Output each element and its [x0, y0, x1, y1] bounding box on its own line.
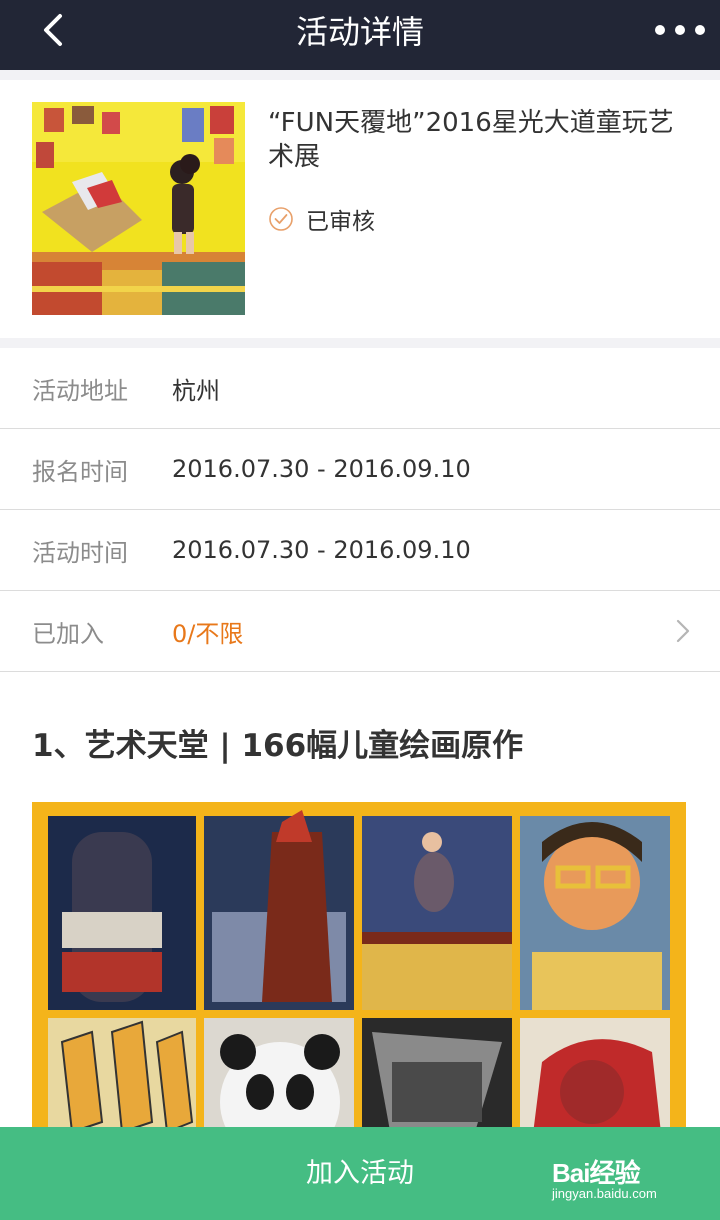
event-cover-image[interactable]	[32, 102, 245, 315]
more-dots-icon	[655, 25, 705, 35]
top-navbar: 活动详情	[0, 0, 720, 70]
artwork-collage-image	[32, 802, 686, 1142]
row-value: 0/不限	[172, 619, 244, 648]
info-row-joined[interactable]: 已加入 0/不限	[0, 591, 720, 672]
bottom-action-bar: 加入活动 Bai经验 jingyan.baidu.com	[0, 1127, 720, 1220]
event-info-list: 活动地址 杭州 报名时间 2016.07.30 - 2016.09.10 活动时…	[0, 348, 720, 672]
watermark-logo: Bai经验	[552, 1158, 640, 1188]
watermark-url: jingyan.baidu.com	[552, 1186, 657, 1201]
row-label: 报名时间	[32, 457, 128, 486]
row-label: 已加入	[32, 619, 104, 648]
event-title: “FUN天覆地”2016星光大道童玩艺术展	[268, 108, 674, 172]
row-label: 活动时间	[32, 538, 128, 567]
info-row-address: 活动地址 杭州	[0, 348, 720, 429]
divider	[0, 70, 720, 80]
check-circle-icon	[269, 207, 293, 231]
baidu-jingyan-watermark: Bai经验 jingyan.baidu.com	[552, 1153, 682, 1203]
event-summary: “FUN天覆地”2016星光大道童玩艺术展 已审核	[0, 80, 720, 338]
more-button[interactable]	[650, 10, 710, 54]
row-value: 杭州	[172, 376, 220, 405]
row-value: 2016.07.30 - 2016.09.10	[172, 455, 471, 483]
row-value: 2016.07.30 - 2016.09.10	[172, 536, 471, 564]
chevron-right-icon	[676, 619, 690, 643]
info-row-signup-time: 报名时间 2016.07.30 - 2016.09.10	[0, 429, 720, 510]
page-title: 活动详情	[295, 13, 424, 51]
status-badge: 已审核	[268, 204, 375, 235]
status-label: 已审核	[306, 209, 375, 235]
info-row-event-time: 活动时间 2016.07.30 - 2016.09.10	[0, 510, 720, 591]
divider	[0, 338, 720, 348]
row-label: 活动地址	[32, 376, 128, 405]
section-heading: 1、艺术天堂 | 166幅儿童绘画原作	[32, 728, 524, 764]
